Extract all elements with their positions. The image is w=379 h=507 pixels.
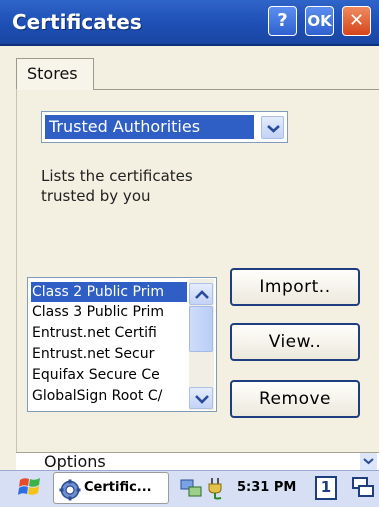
list-item[interactable]: Entrust.net Secur: [31, 344, 187, 364]
list-item[interactable]: Equifax Secure Ce: [31, 365, 187, 385]
taskbar: Certific... 5:31 PM 1: [0, 470, 379, 507]
options-strip[interactable]: Options: [16, 452, 379, 470]
list-item[interactable]: Class 2 Public Prim: [31, 282, 187, 302]
list-item[interactable]: Class 3 Public Prim: [31, 302, 187, 322]
view-button[interactable]: View..: [230, 323, 360, 361]
task-button-label: Certific...: [84, 480, 152, 495]
desktop-number-button[interactable]: 1: [315, 476, 337, 500]
task-button-certificates[interactable]: Certific...: [53, 472, 169, 504]
chevron-down-icon: [195, 395, 209, 404]
store-description: Lists the certificates trusted by you: [41, 167, 193, 205]
help-button[interactable]: ?: [268, 6, 297, 36]
title-bar: Certificates ? OK ✕: [0, 0, 379, 46]
window-title: Certificates: [12, 10, 142, 34]
clock[interactable]: 5:31 PM: [237, 480, 296, 495]
import-button[interactable]: Import..: [230, 268, 360, 306]
tab-panel-border: [16, 89, 17, 452]
list-item[interactable]: Entrust.net Certifi: [31, 323, 187, 343]
store-select-value: Trusted Authorities: [45, 115, 254, 139]
gear-icon: [59, 479, 81, 501]
network-icon[interactable]: [179, 476, 203, 500]
remove-button[interactable]: Remove: [230, 380, 360, 418]
close-button[interactable]: ✕: [342, 6, 371, 36]
scroll-down-button[interactable]: [189, 387, 213, 409]
scroll-thumb[interactable]: [189, 306, 213, 352]
tab-panel-top-border: [94, 89, 379, 90]
power-plug-icon[interactable]: [205, 476, 225, 500]
list-item[interactable]: GlobalSign Root C/: [31, 386, 187, 406]
options-label: Options: [44, 452, 106, 470]
chevron-up-icon: [195, 290, 209, 299]
store-select[interactable]: Trusted Authorities: [41, 111, 288, 143]
windows-stack-icon[interactable]: [351, 476, 375, 500]
chevron-down-icon[interactable]: [360, 453, 377, 470]
scroll-up-button[interactable]: [189, 283, 213, 305]
list-scrollbar[interactable]: [189, 279, 214, 410]
certificate-list[interactable]: Class 2 Public Prim Class 3 Public Prim …: [27, 277, 217, 412]
tab-stores[interactable]: Stores: [16, 58, 94, 90]
ok-button[interactable]: OK: [305, 6, 334, 36]
start-flag-icon[interactable]: [17, 474, 43, 500]
chevron-down-icon[interactable]: [261, 116, 284, 139]
